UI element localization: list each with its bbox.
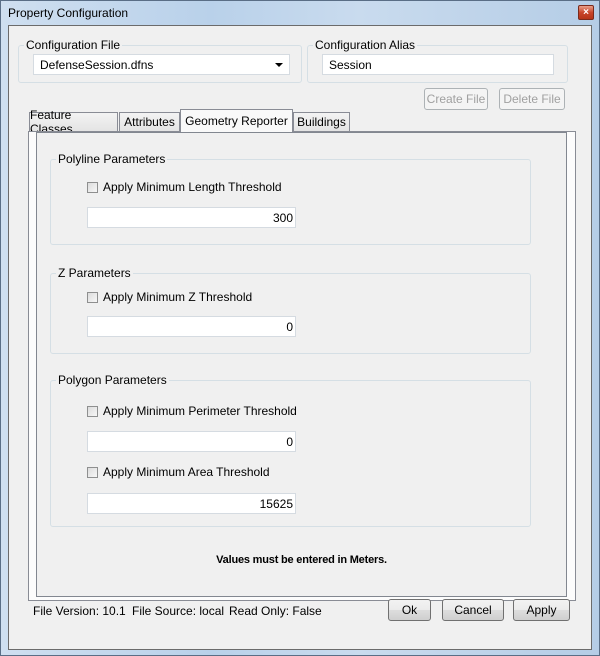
tab-attributes[interactable]: Attributes bbox=[119, 112, 180, 131]
polyline-parameters-group: Polyline Parameters Apply Minimum Length… bbox=[50, 152, 531, 245]
min-z-checkbox-row[interactable]: Apply Minimum Z Threshold bbox=[87, 290, 252, 304]
min-z-label: Apply Minimum Z Threshold bbox=[103, 290, 253, 304]
chevron-down-icon bbox=[275, 63, 283, 67]
file-source-text: File Source: local bbox=[132, 604, 225, 618]
min-area-checkbox[interactable] bbox=[87, 466, 98, 478]
apply-button[interactable]: Apply bbox=[513, 599, 570, 621]
min-perimeter-checkbox-row[interactable]: Apply Minimum Perimeter Threshold bbox=[87, 404, 297, 418]
configuration-alias-group: Configuration Alias Session bbox=[307, 38, 568, 83]
title-bar[interactable]: Property Configuration × bbox=[1, 1, 599, 25]
min-area-value: 15625 bbox=[259, 497, 293, 511]
read-only-text: Read Only: False bbox=[229, 604, 322, 618]
close-x-icon: × bbox=[583, 6, 589, 18]
min-length-label: Apply Minimum Length Threshold bbox=[103, 180, 282, 194]
min-perimeter-label: Apply Minimum Perimeter Threshold bbox=[103, 404, 297, 418]
min-perimeter-value: 0 bbox=[286, 435, 293, 449]
min-z-input[interactable]: 0 bbox=[87, 316, 296, 337]
z-parameters-group: Z Parameters Apply Minimum Z Threshold 0 bbox=[50, 266, 531, 354]
create-file-button[interactable]: Create File bbox=[424, 88, 488, 110]
configuration-file-value: DefenseSession.dfns bbox=[40, 58, 154, 72]
tab-buildings[interactable]: Buildings bbox=[293, 112, 350, 131]
configuration-alias-label: Configuration Alias bbox=[313, 38, 418, 52]
min-length-checkbox-row[interactable]: Apply Minimum Length Threshold bbox=[87, 180, 282, 194]
units-note: Values must be entered in Meters. bbox=[216, 554, 387, 566]
z-parameters-title: Z Parameters bbox=[56, 266, 133, 280]
delete-file-button[interactable]: Delete File bbox=[499, 88, 565, 110]
min-perimeter-input[interactable]: 0 bbox=[87, 431, 296, 452]
geometry-reporter-content: Polyline Parameters Apply Minimum Length… bbox=[36, 132, 567, 597]
cancel-button[interactable]: Cancel bbox=[442, 599, 504, 621]
min-area-label: Apply Minimum Area Threshold bbox=[103, 465, 270, 479]
property-configuration-window: Property Configuration × Configuration F… bbox=[0, 0, 600, 656]
min-length-input[interactable]: 300 bbox=[87, 207, 296, 228]
configuration-file-label: Configuration File bbox=[24, 38, 123, 52]
window-title: Property Configuration bbox=[8, 6, 129, 20]
min-area-checkbox-row[interactable]: Apply Minimum Area Threshold bbox=[87, 465, 270, 479]
configuration-file-dropdown[interactable]: DefenseSession.dfns bbox=[33, 54, 290, 75]
polygon-parameters-group: Polygon Parameters Apply Minimum Perimet… bbox=[50, 373, 531, 527]
close-button[interactable]: × bbox=[578, 5, 594, 20]
min-z-checkbox[interactable] bbox=[87, 291, 98, 303]
tab-feature-classes[interactable]: Feature Classes bbox=[29, 108, 118, 136]
dialog-body: Configuration File DefenseSession.dfns C… bbox=[8, 25, 592, 650]
configuration-file-group: Configuration File DefenseSession.dfns bbox=[18, 38, 302, 83]
min-area-input[interactable]: 15625 bbox=[87, 493, 296, 514]
file-version-text: File Version: 10.1 bbox=[33, 604, 126, 618]
min-z-value: 0 bbox=[286, 320, 293, 334]
configuration-alias-value: Session bbox=[329, 58, 372, 72]
polygon-parameters-title: Polygon Parameters bbox=[56, 373, 169, 387]
geometry-reporter-panel: Polyline Parameters Apply Minimum Length… bbox=[28, 131, 576, 601]
min-length-value: 300 bbox=[272, 211, 293, 225]
configuration-alias-input[interactable]: Session bbox=[322, 54, 554, 75]
tab-geometry-reporter[interactable]: Geometry Reporter bbox=[180, 109, 293, 132]
min-length-checkbox[interactable] bbox=[87, 181, 98, 193]
polyline-parameters-title: Polyline Parameters bbox=[56, 152, 168, 166]
ok-button[interactable]: Ok bbox=[388, 599, 431, 621]
min-perimeter-checkbox[interactable] bbox=[87, 405, 98, 417]
